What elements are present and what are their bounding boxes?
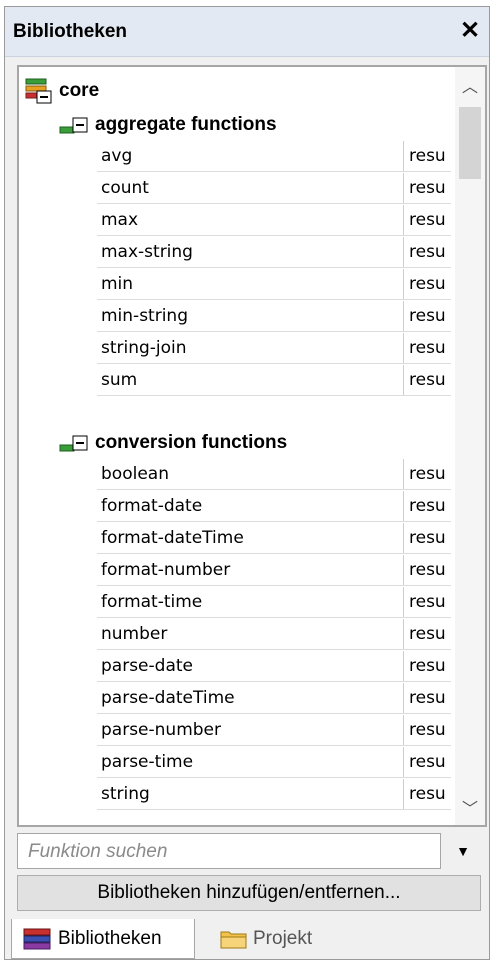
- collapse-icon: [59, 435, 88, 452]
- function-row[interactable]: parse-number resu: [97, 715, 451, 746]
- function-name: avg: [101, 146, 133, 166]
- function-row[interactable]: boolean resu: [97, 459, 451, 490]
- function-result: resu: [409, 720, 446, 740]
- function-row[interactable]: min resu: [97, 269, 451, 300]
- function-row[interactable]: parse-dateTime resu: [97, 683, 451, 714]
- function-name: number: [101, 624, 168, 644]
- function-name: string: [101, 784, 150, 804]
- function-result: resu: [409, 210, 446, 230]
- function-result: resu: [409, 528, 446, 548]
- function-result: resu: [409, 242, 446, 262]
- function-name: format-dateTime: [101, 528, 244, 548]
- function-result: resu: [409, 656, 446, 676]
- function-row[interactable]: string resu: [97, 779, 451, 810]
- function-result: resu: [409, 784, 446, 804]
- tree-node-label: core: [59, 80, 100, 101]
- panel-title: Bibliotheken: [13, 21, 128, 42]
- vertical-scrollbar[interactable]: ︿ ﹀: [455, 67, 485, 825]
- add-remove-libraries-button[interactable]: Bibliotheken hinzufügen/entfernen...: [17, 875, 481, 911]
- tab-label: Bibliotheken: [58, 927, 162, 949]
- function-result: resu: [409, 178, 446, 198]
- function-name: parse-dateTime: [101, 688, 235, 708]
- panel-titlebar[interactable]: Bibliotheken ✕: [5, 7, 489, 57]
- tab-project[interactable]: Projekt: [209, 919, 369, 959]
- search-input[interactable]: [26, 840, 430, 864]
- books-icon: [23, 928, 51, 949]
- function-tree[interactable]: core aggregate functions avg resu count re…: [17, 65, 487, 827]
- function-name: string-join: [101, 338, 187, 358]
- function-search-box[interactable]: [17, 833, 441, 869]
- function-name: format-number: [101, 560, 231, 580]
- folder-icon: [220, 931, 247, 949]
- tree-node-core[interactable]: core: [25, 77, 99, 105]
- function-name: parse-time: [101, 752, 194, 772]
- function-row[interactable]: format-dateTime resu: [97, 523, 451, 554]
- function-name: format-time: [101, 592, 203, 612]
- function-result: resu: [409, 688, 446, 708]
- panel-tabs: Bibliotheken Projekt: [5, 919, 489, 959]
- function-name: sum: [101, 370, 138, 390]
- function-name: max: [101, 210, 139, 230]
- function-row[interactable]: parse-time resu: [97, 747, 451, 778]
- scroll-down-icon[interactable]: ﹀: [455, 795, 485, 819]
- libraries-panel: Bibliotheken ✕ core aggregate functions …: [4, 6, 490, 960]
- function-name: format-date: [101, 496, 203, 516]
- function-row[interactable]: sum resu: [97, 365, 451, 396]
- function-row[interactable]: min-string resu: [97, 301, 451, 332]
- function-row[interactable]: format-time resu: [97, 587, 451, 618]
- scroll-up-icon[interactable]: ︿: [455, 73, 485, 97]
- function-result: resu: [409, 624, 446, 644]
- function-result: resu: [409, 306, 446, 326]
- function-name: boolean: [101, 464, 169, 484]
- function-name: parse-number: [101, 720, 221, 740]
- tree-node-aggregate-functions[interactable]: aggregate functions: [59, 113, 277, 137]
- tab-label: Projekt: [253, 928, 313, 949]
- function-row[interactable]: format-date resu: [97, 491, 451, 522]
- function-name: max-string: [101, 242, 193, 262]
- function-result: resu: [409, 274, 446, 294]
- function-name: count: [101, 178, 149, 198]
- function-result: resu: [409, 370, 446, 390]
- function-row[interactable]: string-join resu: [97, 333, 451, 364]
- chevron-down-icon[interactable]: ▼: [445, 833, 481, 869]
- function-result: resu: [409, 560, 446, 580]
- function-result: resu: [409, 592, 446, 612]
- close-icon[interactable]: ✕: [457, 17, 483, 45]
- group-label: aggregate functions: [95, 114, 277, 135]
- collapse-icon: [59, 117, 88, 134]
- tab-libraries[interactable]: Bibliotheken: [11, 919, 195, 959]
- function-result: resu: [409, 146, 446, 166]
- function-name: min-string: [101, 306, 188, 326]
- function-result: resu: [409, 464, 446, 484]
- function-row[interactable]: number resu: [97, 619, 451, 650]
- function-row[interactable]: parse-date resu: [97, 651, 451, 682]
- function-row[interactable]: max-string resu: [97, 237, 451, 268]
- function-row[interactable]: format-number resu: [97, 555, 451, 586]
- scrollbar-thumb[interactable]: [459, 107, 481, 179]
- function-result: resu: [409, 338, 446, 358]
- function-row[interactable]: avg resu: [97, 141, 451, 172]
- group-label: conversion functions: [95, 432, 288, 453]
- function-row[interactable]: max resu: [97, 205, 451, 236]
- tree-node-conversion-functions[interactable]: conversion functions: [59, 431, 287, 455]
- function-result: resu: [409, 752, 446, 772]
- function-name: parse-date: [101, 656, 193, 676]
- library-icon: [25, 78, 52, 104]
- function-row[interactable]: count resu: [97, 173, 451, 204]
- function-result: resu: [409, 496, 446, 516]
- function-name: min: [101, 274, 134, 294]
